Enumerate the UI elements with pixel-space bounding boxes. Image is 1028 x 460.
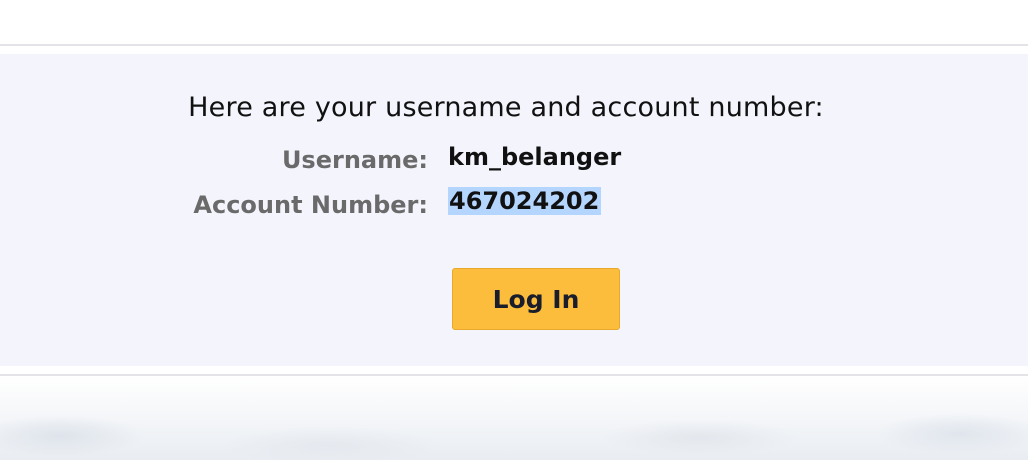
account-number-label: Account Number:: [193, 191, 428, 219]
page-header-area: [0, 0, 1028, 44]
footer-background-image: [0, 376, 1028, 460]
login-button[interactable]: Log In: [452, 268, 620, 330]
account-number-value[interactable]: 467024202: [448, 187, 602, 215]
username-value[interactable]: km_belanger: [448, 143, 621, 171]
username-label: Username:: [281, 146, 428, 174]
info-headline: Here are your username and account numbe…: [188, 92, 824, 123]
top-divider: [0, 44, 1028, 46]
